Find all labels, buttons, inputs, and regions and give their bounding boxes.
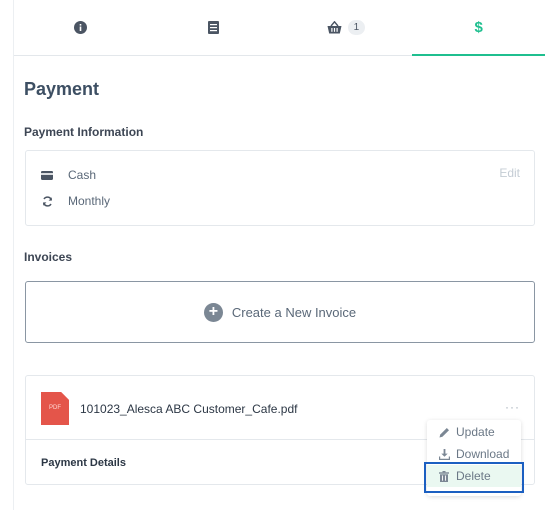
payment-method-row: Cash <box>41 168 96 182</box>
trash-icon <box>438 470 450 482</box>
basket-count-badge: 1 <box>347 20 366 35</box>
download-icon <box>438 448 450 460</box>
create-invoice-button[interactable]: + Create a New Invoice <box>25 281 535 343</box>
pdf-file-icon: PDF <box>41 392 69 425</box>
edit-payment-link[interactable]: Edit <box>499 166 520 180</box>
card-icon <box>41 170 53 180</box>
payment-method-label: Cash <box>68 168 97 182</box>
tab-documents[interactable] <box>147 0 280 55</box>
invoice-file-name[interactable]: 101023_Alesca ABC Customer_Cafe.pdf <box>80 402 297 416</box>
plus-circle-icon: + <box>203 302 223 322</box>
invoices-heading: Invoices <box>24 250 73 264</box>
document-icon <box>207 21 219 34</box>
create-invoice-label: Create a New Invoice <box>231 304 357 320</box>
payment-frequency-row: Monthly <box>41 194 110 208</box>
menu-item-delete[interactable]: Delete <box>427 465 521 487</box>
invoice-context-menu: Update Download Delete <box>427 420 521 496</box>
tab-basket[interactable]: 1 <box>280 0 413 55</box>
tab-info[interactable] <box>14 0 147 55</box>
menu-item-download[interactable]: Download <box>427 443 521 465</box>
more-options-icon[interactable]: ··· <box>505 400 520 414</box>
pdf-icon-text: PDF <box>49 405 61 411</box>
menu-item-delete-label: Delete <box>456 469 491 483</box>
info-icon <box>73 21 87 34</box>
menu-item-update[interactable]: Update <box>427 421 521 443</box>
refresh-icon <box>41 195 53 207</box>
tab-payment[interactable]: $ <box>412 0 545 56</box>
tab-bar: 1 $ <box>14 0 545 56</box>
menu-item-download-label: Download <box>456 447 510 461</box>
payment-frequency-label: Monthly <box>68 194 111 208</box>
payment-information-heading: Payment Information <box>24 125 144 139</box>
page-title: Payment <box>24 79 100 99</box>
payment-details-label[interactable]: Payment Details <box>41 457 126 469</box>
pencil-icon <box>438 427 450 438</box>
dollar-icon: $ <box>474 19 483 36</box>
payment-info-card: Cash Monthly Edit <box>25 150 535 226</box>
basket-icon <box>327 21 342 34</box>
menu-item-update-label: Update <box>456 425 495 439</box>
